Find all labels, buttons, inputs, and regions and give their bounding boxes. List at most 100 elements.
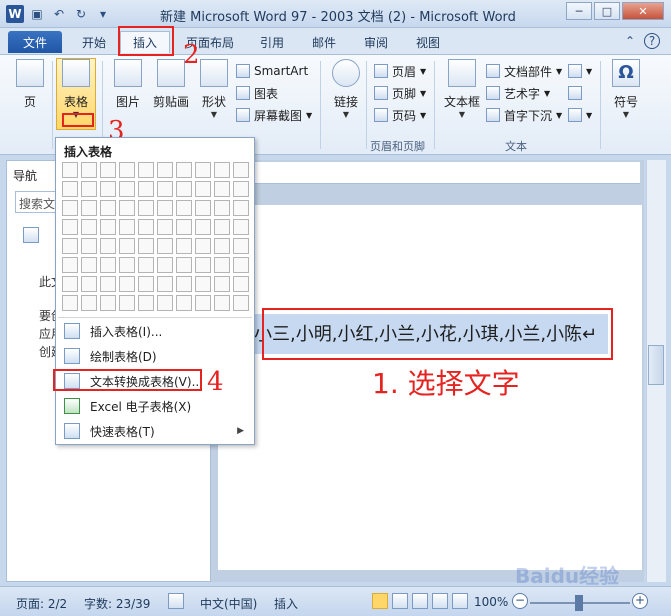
symbol-button[interactable]: Ω 符号 ▼: [606, 59, 646, 129]
link-button[interactable]: 链接 ▼: [326, 59, 366, 129]
grid-cell[interactable]: [119, 162, 135, 178]
zoom-out-icon[interactable]: −: [512, 593, 528, 609]
quick-tables-item[interactable]: 快速表格(T) ▶: [60, 420, 250, 442]
grid-cell[interactable]: [119, 200, 135, 216]
dropcap-button[interactable]: 首字下沉 ▼: [486, 105, 562, 125]
grid-cell[interactable]: [100, 181, 116, 197]
grid-cell[interactable]: [214, 238, 230, 254]
object-button[interactable]: ▼: [568, 105, 592, 125]
page-number-button[interactable]: 页码 ▼: [374, 105, 426, 125]
status-insert-mode[interactable]: 插入: [274, 595, 298, 612]
word-logo-icon[interactable]: W: [6, 5, 24, 23]
status-page[interactable]: 页面: 2/2: [16, 595, 67, 612]
grid-cell[interactable]: [214, 200, 230, 216]
page-button[interactable]: 页: [10, 59, 50, 129]
grid-cell[interactable]: [176, 162, 192, 178]
grid-cell[interactable]: [214, 276, 230, 292]
grid-cell[interactable]: [62, 276, 78, 292]
outline-view-icon[interactable]: [432, 593, 448, 609]
grid-cell[interactable]: [81, 295, 97, 311]
grid-cell[interactable]: [119, 238, 135, 254]
grid-cell[interactable]: [81, 162, 97, 178]
draft-view-icon[interactable]: [452, 593, 468, 609]
grid-cell[interactable]: [138, 257, 154, 273]
grid-cell[interactable]: [100, 276, 116, 292]
grid-cell[interactable]: [100, 257, 116, 273]
grid-cell[interactable]: [138, 200, 154, 216]
minimize-button[interactable]: ─: [566, 2, 592, 20]
table-size-grid[interactable]: [62, 162, 249, 311]
grid-cell[interactable]: [176, 295, 192, 311]
grid-cell[interactable]: [195, 181, 211, 197]
footer-button[interactable]: 页脚 ▼: [374, 83, 426, 103]
grid-cell[interactable]: [138, 295, 154, 311]
chart-button[interactable]: 图表: [236, 83, 278, 103]
signature-line-button[interactable]: ▼: [568, 61, 592, 81]
grid-cell[interactable]: [233, 219, 249, 235]
grid-cell[interactable]: [138, 162, 154, 178]
grid-cell[interactable]: [157, 295, 173, 311]
grid-cell[interactable]: [138, 276, 154, 292]
grid-cell[interactable]: [214, 257, 230, 273]
grid-cell[interactable]: [176, 200, 192, 216]
grid-cell[interactable]: [138, 181, 154, 197]
grid-cell[interactable]: [195, 219, 211, 235]
date-time-button[interactable]: [568, 83, 582, 103]
redo-icon[interactable]: ↻: [72, 5, 90, 23]
nav-headings-tab-icon[interactable]: [23, 227, 39, 243]
help-icon[interactable]: ?: [644, 33, 660, 49]
header-button[interactable]: 页眉 ▼: [374, 61, 426, 81]
excel-spreadsheet-item[interactable]: Excel 电子表格(X): [60, 395, 250, 417]
grid-cell[interactable]: [214, 181, 230, 197]
grid-cell[interactable]: [157, 276, 173, 292]
grid-cell[interactable]: [157, 200, 173, 216]
textbox-button[interactable]: 文本框 ▼: [440, 59, 484, 129]
save-icon[interactable]: ▣: [28, 5, 46, 23]
grid-cell[interactable]: [176, 181, 192, 197]
grid-cell[interactable]: [195, 238, 211, 254]
grid-cell[interactable]: [62, 181, 78, 197]
grid-cell[interactable]: [100, 200, 116, 216]
undo-icon[interactable]: ↶: [50, 5, 68, 23]
grid-cell[interactable]: [62, 257, 78, 273]
grid-cell[interactable]: [100, 238, 116, 254]
grid-cell[interactable]: [157, 238, 173, 254]
grid-cell[interactable]: [62, 295, 78, 311]
tab-references[interactable]: 引用: [252, 31, 292, 53]
grid-cell[interactable]: [176, 219, 192, 235]
grid-cell[interactable]: [157, 162, 173, 178]
grid-cell[interactable]: [233, 257, 249, 273]
grid-cell[interactable]: [195, 200, 211, 216]
zoom-level[interactable]: 100%: [474, 595, 508, 609]
quick-parts-button[interactable]: 文档部件 ▼: [486, 61, 562, 81]
grid-cell[interactable]: [214, 162, 230, 178]
tab-home[interactable]: 开始: [70, 31, 118, 53]
grid-cell[interactable]: [100, 295, 116, 311]
smartart-button[interactable]: SmartArt: [236, 61, 308, 81]
grid-cell[interactable]: [233, 162, 249, 178]
grid-cell[interactable]: [81, 219, 97, 235]
grid-cell[interactable]: [157, 219, 173, 235]
grid-cell[interactable]: [233, 276, 249, 292]
grid-cell[interactable]: [138, 219, 154, 235]
draw-table-item[interactable]: 绘制表格(D): [60, 345, 250, 367]
status-word-count[interactable]: 字数: 23/39: [84, 595, 150, 612]
grid-cell[interactable]: [176, 257, 192, 273]
grid-cell[interactable]: [119, 276, 135, 292]
tab-view[interactable]: 视图: [408, 31, 448, 53]
grid-cell[interactable]: [214, 295, 230, 311]
maximize-button[interactable]: □: [594, 2, 620, 20]
grid-cell[interactable]: [100, 219, 116, 235]
full-screen-reading-icon[interactable]: [392, 593, 408, 609]
grid-cell[interactable]: [233, 295, 249, 311]
grid-cell[interactable]: [157, 181, 173, 197]
wordart-button[interactable]: 艺术字 ▼: [486, 83, 550, 103]
grid-cell[interactable]: [176, 276, 192, 292]
grid-cell[interactable]: [81, 238, 97, 254]
grid-cell[interactable]: [233, 200, 249, 216]
tab-mailings[interactable]: 邮件: [304, 31, 344, 53]
grid-cell[interactable]: [233, 238, 249, 254]
grid-cell[interactable]: [195, 276, 211, 292]
grid-cell[interactable]: [195, 162, 211, 178]
scrollbar-thumb[interactable]: [648, 345, 664, 385]
